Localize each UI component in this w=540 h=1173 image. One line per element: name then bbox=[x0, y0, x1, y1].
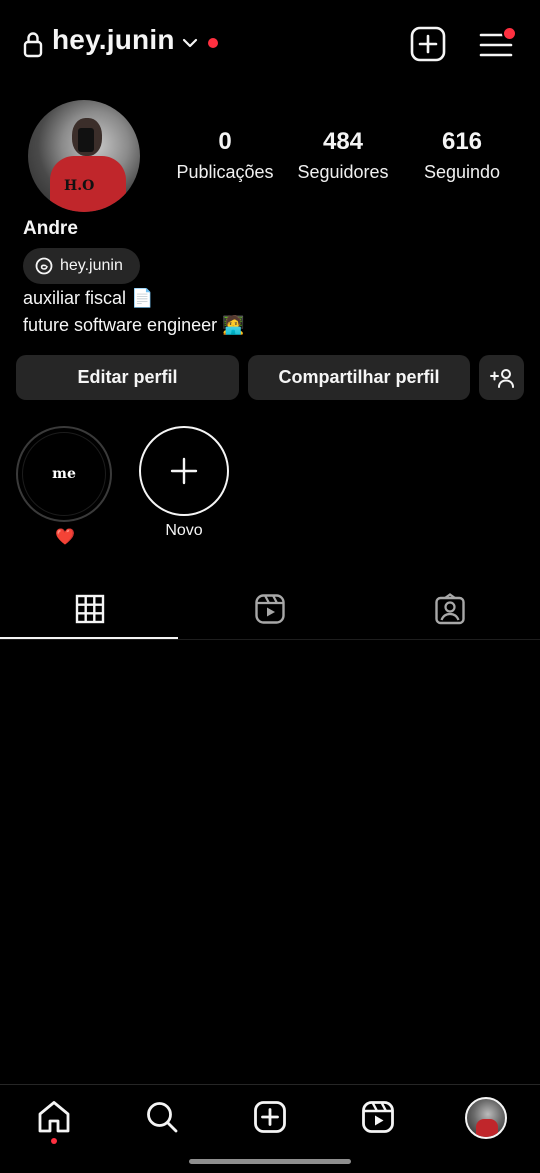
threads-handle: hey.junin bbox=[60, 257, 123, 274]
reels-icon bbox=[255, 594, 285, 624]
tab-tagged[interactable] bbox=[360, 580, 540, 638]
nav-profile-avatar[interactable] bbox=[465, 1097, 507, 1139]
discover-people-button[interactable] bbox=[479, 355, 524, 400]
menu-notification-dot bbox=[502, 26, 517, 41]
username-title[interactable]: hey.junin bbox=[52, 24, 175, 56]
lock-icon bbox=[23, 32, 43, 58]
chevron-down-icon[interactable] bbox=[181, 34, 199, 52]
following-label: Seguindo bbox=[423, 162, 501, 182]
nav-reels[interactable] bbox=[356, 1095, 400, 1139]
home-icon bbox=[38, 1101, 70, 1133]
tagged-icon bbox=[435, 593, 465, 625]
notification-dot bbox=[208, 38, 218, 48]
threads-icon bbox=[35, 257, 53, 275]
reels-icon bbox=[362, 1101, 394, 1133]
nav-home[interactable] bbox=[32, 1095, 76, 1139]
highlight-cover-me[interactable]: me bbox=[22, 432, 106, 516]
tabs-divider bbox=[0, 639, 540, 640]
posts-count: 0 bbox=[218, 128, 232, 155]
new-highlight-button[interactable] bbox=[139, 426, 229, 516]
nav-create[interactable] bbox=[248, 1095, 292, 1139]
highlight-title-heart: ❤️ bbox=[55, 529, 75, 546]
bottom-nav-divider bbox=[0, 1084, 540, 1085]
threads-badge[interactable]: hey.junin bbox=[23, 248, 140, 284]
followers-label: Seguidores bbox=[297, 162, 389, 182]
bio-line-2: future software engineer 🧑‍💻 bbox=[23, 315, 245, 335]
tab-grid[interactable] bbox=[0, 580, 180, 638]
posts-label: Publicações bbox=[176, 162, 274, 182]
new-highlight-label: Novo bbox=[165, 522, 203, 539]
search-icon bbox=[147, 1102, 178, 1133]
stat-posts[interactable]: 0 Publicações bbox=[165, 128, 285, 183]
stat-followers[interactable]: 484 Seguidores bbox=[283, 128, 403, 183]
stat-following[interactable]: 616 Seguindo bbox=[402, 128, 522, 183]
tab-reels[interactable] bbox=[180, 580, 360, 638]
active-tab-indicator bbox=[0, 637, 178, 639]
share-profile-button[interactable]: Compartilhar perfil bbox=[248, 355, 470, 400]
plus-icon bbox=[170, 457, 198, 485]
edit-profile-button[interactable]: Editar perfil bbox=[16, 355, 239, 400]
followers-count: 484 bbox=[322, 128, 364, 155]
profile-avatar[interactable]: H.O bbox=[28, 100, 140, 212]
grid-icon bbox=[75, 594, 105, 624]
create-post-icon[interactable] bbox=[409, 25, 447, 63]
bio-line-1: auxiliar fiscal 📄 bbox=[23, 288, 154, 308]
system-home-indicator[interactable] bbox=[189, 1159, 351, 1164]
profile-name: Andre bbox=[23, 218, 78, 239]
create-icon bbox=[254, 1101, 286, 1133]
home-notification-dot bbox=[51, 1138, 57, 1144]
nav-search[interactable] bbox=[140, 1095, 184, 1139]
following-count: 616 bbox=[441, 128, 483, 155]
add-person-icon bbox=[489, 368, 514, 388]
